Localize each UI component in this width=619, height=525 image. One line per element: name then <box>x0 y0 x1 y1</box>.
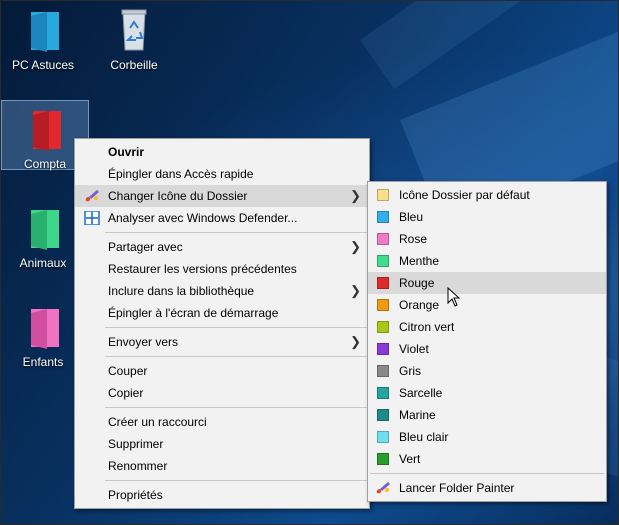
menu-separator <box>105 480 367 481</box>
color-option-gris[interactable]: Gris <box>368 360 606 382</box>
folder-icon <box>31 309 59 349</box>
color-option-rouge[interactable]: Rouge <box>368 272 606 294</box>
chevron-right-icon: ❯ <box>350 334 361 349</box>
windows-defender-icon <box>84 211 100 225</box>
menu-item-rename[interactable]: Renommer <box>75 455 369 477</box>
desktop-icon-pc-astuces[interactable]: PC Astuces <box>0 2 86 72</box>
color-option-sarcelle[interactable]: Sarcelle <box>368 382 606 404</box>
color-swatch-icon <box>377 189 389 201</box>
color-swatch-icon <box>377 299 389 311</box>
paintbrush-icon <box>376 482 390 494</box>
desktop-background: PC Astuces Corbeille Compta Animaux Enfa… <box>0 0 619 525</box>
menu-item-include-library[interactable]: Inclure dans la bibliothèque ❯ <box>75 280 369 302</box>
recycle-bin-icon <box>121 9 147 51</box>
context-menu: Ouvrir Épingler dans Accès rapide Change… <box>74 138 370 509</box>
folder-color-submenu: Icône Dossier par défaut Bleu Rose Menthe Ro… <box>367 181 607 502</box>
menu-item-share-with[interactable]: Partager avec ❯ <box>75 236 369 258</box>
chevron-right-icon: ❯ <box>350 188 361 203</box>
menu-item-pin-quick-access[interactable]: Épingler dans Accès rapide <box>75 163 369 185</box>
menu-item-restore-versions[interactable]: Restaurer les versions précédentes <box>75 258 369 280</box>
color-swatch-icon <box>377 409 389 421</box>
menu-item-cut[interactable]: Couper <box>75 360 369 382</box>
menu-separator <box>105 407 367 408</box>
color-option-bleu-clair[interactable]: Bleu clair <box>368 426 606 448</box>
color-swatch-icon <box>377 365 389 377</box>
color-swatch-icon <box>377 255 389 267</box>
color-swatch-icon <box>377 211 389 223</box>
menu-item-copy[interactable]: Copier <box>75 382 369 404</box>
folder-icon <box>31 210 59 250</box>
chevron-right-icon: ❯ <box>350 239 361 254</box>
menu-item-send-to[interactable]: Envoyer vers ❯ <box>75 331 369 353</box>
desktop-icon-label: Corbeille <box>110 58 158 72</box>
mouse-cursor-icon <box>447 287 461 307</box>
menu-item-delete[interactable]: Supprimer <box>75 433 369 455</box>
color-option-vert[interactable]: Vert <box>368 448 606 470</box>
desktop-icon-label: PC Astuces <box>11 58 75 72</box>
menu-separator <box>105 327 367 328</box>
color-option-bleu[interactable]: Bleu <box>368 206 606 228</box>
menu-item-windows-defender[interactable]: Analyser avec Windows Defender... <box>75 207 369 229</box>
chevron-right-icon: ❯ <box>350 283 361 298</box>
menu-separator <box>105 232 367 233</box>
menu-item-properties[interactable]: Propriétés <box>75 484 369 506</box>
color-option-ic-ne-dossier-par-d-faut[interactable]: Icône Dossier par défaut <box>368 184 606 206</box>
color-option-violet[interactable]: Violet <box>368 338 606 360</box>
color-swatch-icon <box>377 453 389 465</box>
menu-item-create-shortcut[interactable]: Créer un raccourci <box>75 411 369 433</box>
color-swatch-icon <box>377 343 389 355</box>
color-option-menthe[interactable]: Menthe <box>368 250 606 272</box>
color-swatch-icon <box>377 277 389 289</box>
color-option-citron-vert[interactable]: Citron vert <box>368 316 606 338</box>
menu-separator <box>370 473 604 474</box>
menu-item-pin-start[interactable]: Épingler à l'écran de démarrage <box>75 302 369 324</box>
paintbrush-icon <box>85 190 99 202</box>
color-swatch-icon <box>377 233 389 245</box>
menu-item-open[interactable]: Ouvrir <box>75 141 369 163</box>
desktop-icon-corbeille[interactable]: Corbeille <box>91 2 177 72</box>
folder-icon <box>33 111 61 151</box>
menu-separator <box>105 356 367 357</box>
folder-icon <box>31 12 59 52</box>
color-swatch-icon <box>377 431 389 443</box>
color-swatch-icon <box>377 321 389 333</box>
menu-item-change-folder-icon[interactable]: Changer Icône du Dossier ❯ <box>75 185 369 207</box>
color-option-marine[interactable]: Marine <box>368 404 606 426</box>
color-option-rose[interactable]: Rose <box>368 228 606 250</box>
menu-item-launch-folder-painter[interactable]: Lancer Folder Painter <box>368 477 606 499</box>
color-option-orange[interactable]: Orange <box>368 294 606 316</box>
color-swatch-icon <box>377 387 389 399</box>
